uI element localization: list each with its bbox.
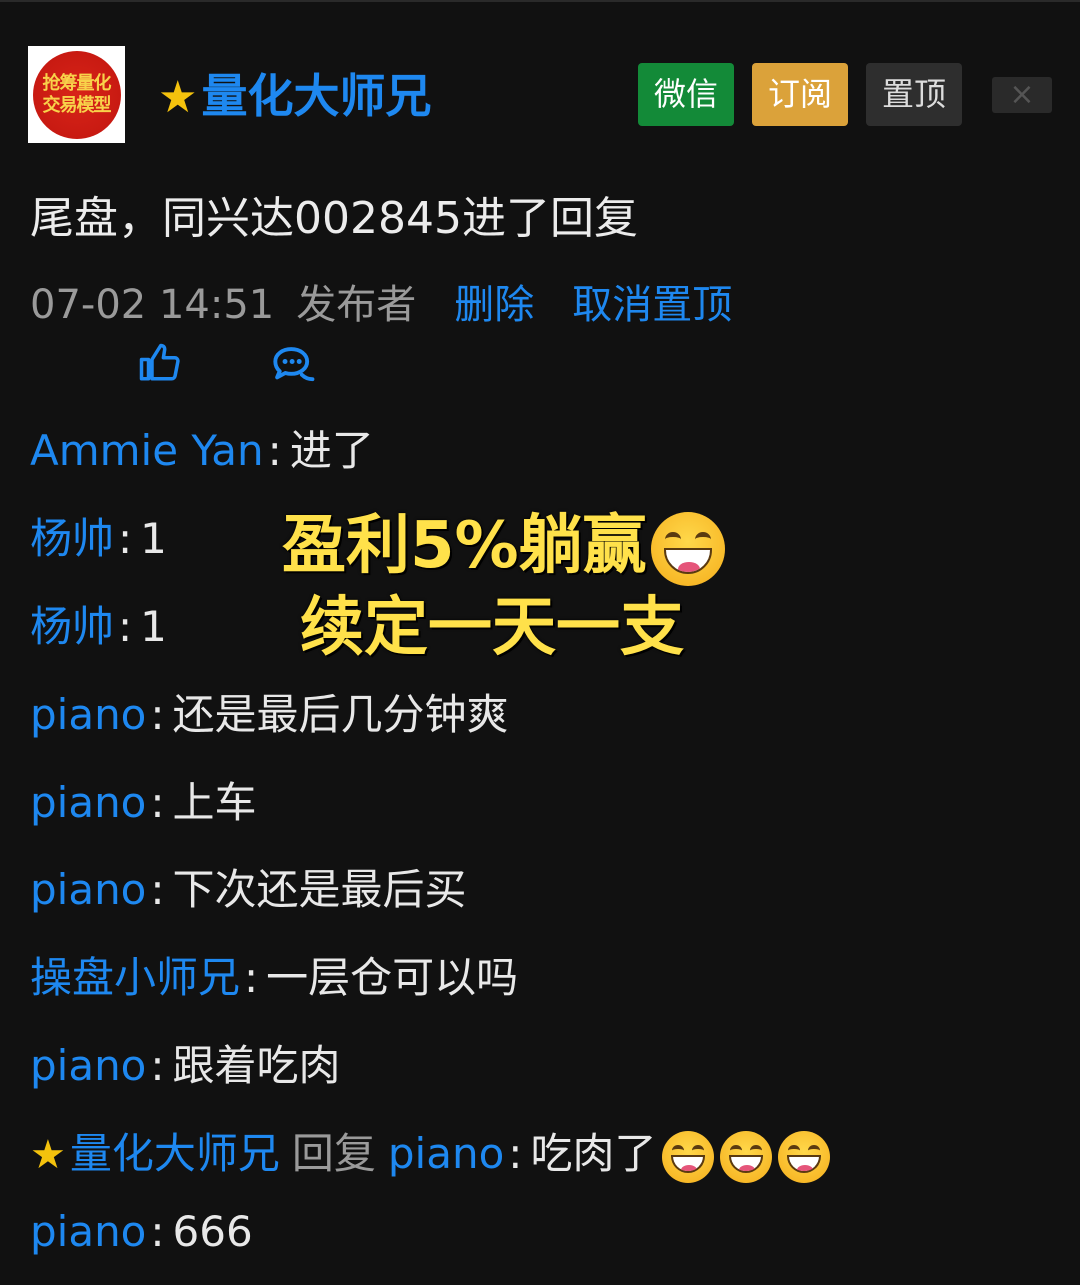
avatar-logo: 抢筹量化 交易模型 xyxy=(32,50,121,139)
wechat-button[interactable]: 微信 xyxy=(638,63,734,126)
comment-text: 666 xyxy=(172,1207,253,1256)
close-button[interactable]: × xyxy=(992,77,1052,113)
overlay-line2: 续定一天一支 xyxy=(300,591,684,665)
comment-user[interactable]: piano xyxy=(30,778,146,827)
comment-text: 1 xyxy=(140,514,167,563)
comment-bubble-icon[interactable] xyxy=(270,345,316,385)
author-name[interactable]: ★量化大师兄 xyxy=(158,66,431,126)
post-text: 尾盘，同兴达002845进了回复 xyxy=(30,193,638,244)
comment-user[interactable]: 量化大师兄 xyxy=(70,1129,280,1178)
comment-item[interactable]: piano: 666 xyxy=(30,1204,253,1260)
avatar-text-line2: 交易模型 xyxy=(42,94,112,116)
comment-text: 吃肉了 xyxy=(530,1129,657,1178)
comment-text: 跟着吃肉 xyxy=(172,1041,341,1090)
comment-item[interactable]: ★量化大师兄 回复 piano: 吃肉了 xyxy=(30,1126,831,1183)
comment-item[interactable]: 操盘小师兄: 一层仓可以吗 xyxy=(30,950,518,1006)
comment-user[interactable]: Ammie Yan xyxy=(30,426,264,475)
comment-user[interactable]: 杨帅 xyxy=(30,514,114,563)
comment-item[interactable]: 杨帅: 1 xyxy=(30,511,167,567)
comment-text: 下次还是最后买 xyxy=(172,865,467,914)
unpin-link[interactable]: 取消置顶 xyxy=(572,282,732,328)
publisher-label: 发布者 xyxy=(296,282,417,328)
comment-user[interactable]: piano xyxy=(30,1041,146,1090)
comment-user[interactable]: piano xyxy=(30,1207,146,1256)
grinning-face-emoji xyxy=(650,512,725,587)
avatar[interactable]: 抢筹量化 交易模型 xyxy=(28,46,125,143)
comment-user[interactable]: piano xyxy=(30,865,146,914)
overlay-caption: 盈利5%躺赢 续定一天一支 xyxy=(280,505,740,669)
subscribe-button[interactable]: 订阅 xyxy=(752,63,848,126)
author-name-text: 量化大师兄 xyxy=(201,69,432,123)
grinning-face-emoji xyxy=(778,1130,831,1183)
comment-text: 进了 xyxy=(289,426,374,475)
comment-text: 还是最后几分钟爽 xyxy=(172,690,509,739)
comment-item[interactable]: piano: 还是最后几分钟爽 xyxy=(30,687,509,743)
star-icon: ★ xyxy=(30,1132,66,1178)
thumbs-up-icon[interactable] xyxy=(138,342,180,384)
grinning-face-emoji xyxy=(720,1130,773,1183)
comment-item[interactable]: 杨帅: 1 xyxy=(30,599,167,655)
comment-item[interactable]: piano: 上车 xyxy=(30,775,257,831)
top-divider xyxy=(0,0,1080,2)
avatar-text-line1: 抢筹量化 xyxy=(42,72,112,94)
delete-link[interactable]: 删除 xyxy=(454,282,534,328)
grinning-face-emoji xyxy=(662,1130,715,1183)
overlay-line1: 盈利5%躺赢 xyxy=(282,509,647,583)
comment-item[interactable]: piano: 下次还是最后买 xyxy=(30,862,467,918)
reply-to-user[interactable]: piano xyxy=(388,1129,504,1178)
post-time: 07-02 14:51 xyxy=(30,282,275,328)
comment-item[interactable]: Ammie Yan: 进了 xyxy=(30,423,374,479)
star-icon: ★ xyxy=(158,72,198,123)
comment-user[interactable]: 操盘小师兄 xyxy=(30,953,240,1002)
reply-label: 回复 xyxy=(291,1129,376,1178)
comment-user[interactable]: 杨帅 xyxy=(30,602,114,651)
post-meta: 07-02 14:51 发布者 删除 取消置顶 xyxy=(30,272,732,330)
pin-button[interactable]: 置顶 xyxy=(866,63,962,126)
comment-text: 一层仓可以吗 xyxy=(266,953,519,1002)
comment-text: 上车 xyxy=(172,778,257,827)
comment-item[interactable]: piano: 跟着吃肉 xyxy=(30,1038,341,1094)
comment-user[interactable]: piano xyxy=(30,690,146,739)
comment-text: 1 xyxy=(140,602,167,651)
